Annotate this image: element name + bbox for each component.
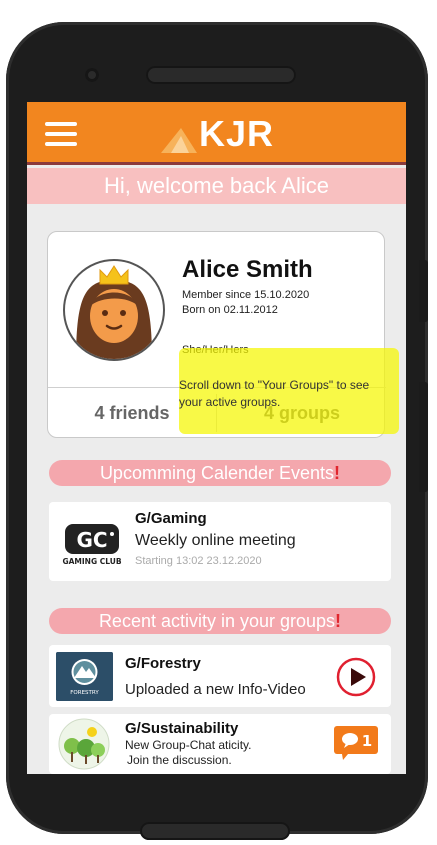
forestry-logo-icon: FORESTRY <box>56 652 113 701</box>
svg-text:GC: GC <box>76 528 107 552</box>
activity-alert-mark: ! <box>335 611 342 631</box>
activity-item[interactable]: G/Sustainability New Group-Chat aticity.… <box>49 714 391 774</box>
event-title: Weekly online meeting <box>135 532 296 549</box>
mountain-logo-icon <box>161 128 197 153</box>
avatar <box>63 259 165 361</box>
menu-icon[interactable] <box>45 122 77 146</box>
activity-item[interactable]: FORESTRY G/Forestry Uploaded a new Info-… <box>49 645 391 707</box>
activity-group-name: G/Forestry <box>125 655 201 672</box>
pronouns: She/Her/Hers <box>182 344 249 356</box>
activity-section-header: Recent activity in your groups! <box>49 608 391 634</box>
welcome-banner: Hi, welcome back Alice <box>27 168 406 204</box>
activity-group-name: G/Sustainability <box>125 720 239 737</box>
forestry-logo-text: FORESTRY <box>70 690 99 696</box>
profile-name: Alice Smith <box>182 256 313 283</box>
activity-text-line2: Join the discussion. <box>127 753 232 767</box>
volume-button <box>419 260 428 322</box>
chat-badge-count: 1 <box>362 732 372 750</box>
sustainability-logo-icon <box>58 718 110 770</box>
event-item[interactable]: GC GAMING CLUB G/Gaming Weekly online me… <box>49 502 391 581</box>
earpiece-speaker <box>146 66 296 84</box>
gaming-club-logo-text: GAMING CLUB <box>62 557 121 566</box>
activity-section-title: Recent activity in your groups <box>98 611 336 631</box>
member-since: Member since 15.10.2020 <box>182 289 310 301</box>
birth-date: Born on 02.11.2012 <box>182 304 278 316</box>
scroll-hint-text: Scroll down to "Your Groups" to see your… <box>179 378 370 409</box>
profile-card[interactable]: Alice Smith Member since 15.10.2020 Born… <box>47 231 399 438</box>
bottom-speaker <box>140 822 290 840</box>
front-camera <box>85 68 99 82</box>
app-screen: KJR Hi, welcome back Alice Alice Smith M… <box>27 102 406 774</box>
event-group-name: G/Gaming <box>135 510 207 527</box>
events-section-title: Upcomming Calender Events <box>99 463 335 483</box>
events-section-header: Upcomming Calender Events! <box>49 460 391 486</box>
chat-icon[interactable]: 1 <box>334 726 378 760</box>
app-logo-text: KJR <box>199 113 275 154</box>
app-header: KJR <box>27 102 406 165</box>
activity-text: Uploaded a new Info-Video <box>125 681 306 698</box>
app-logo: KJR <box>159 114 274 154</box>
gaming-club-logo-icon: GC GAMING CLUB <box>62 524 122 566</box>
events-alert-mark: ! <box>334 463 341 483</box>
event-time: Starting 13:02 23.12.2020 <box>135 555 262 567</box>
power-button <box>419 382 428 492</box>
activity-text-line1: New Group-Chat aticity. <box>125 738 252 752</box>
play-icon[interactable] <box>336 657 376 697</box>
